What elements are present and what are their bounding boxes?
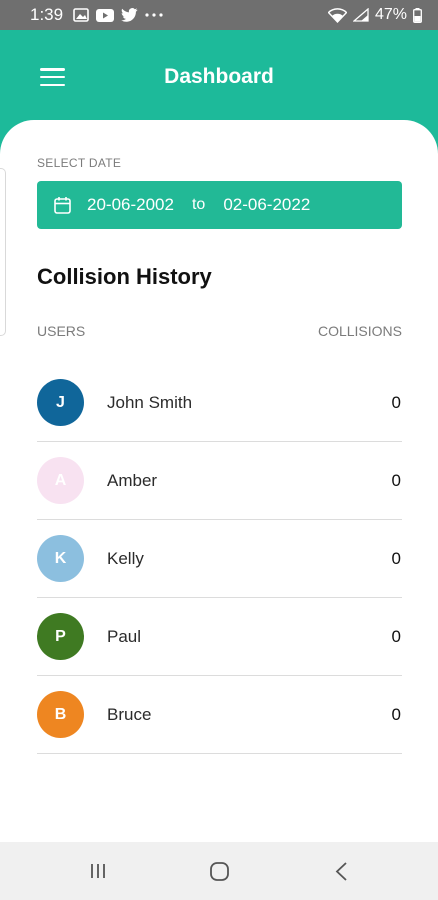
avatar: K	[37, 535, 84, 582]
list-item[interactable]: B Bruce 0	[37, 676, 402, 754]
date-separator: to	[191, 196, 206, 213]
collision-count: 0	[391, 392, 401, 412]
list-item[interactable]: J John Smith 0	[37, 364, 402, 442]
users-column-header: USERS	[37, 323, 86, 339]
avatar: A	[37, 457, 84, 504]
avatar: B	[37, 691, 84, 738]
user-name: Bruce	[107, 704, 152, 724]
status-time: 1:39	[30, 5, 64, 24]
start-date[interactable]: 20-06-2002	[87, 195, 174, 215]
status-bar: 1:39 47%	[0, 0, 438, 30]
list-item[interactable]: K Kelly 0	[37, 520, 402, 598]
avatar: J	[37, 379, 84, 426]
system-status: 47%	[327, 6, 422, 24]
recent-apps-icon[interactable]	[88, 861, 108, 881]
user-name: Amber	[107, 470, 158, 490]
collision-count: 0	[391, 470, 401, 490]
signal-icon	[352, 8, 369, 22]
wifi-icon	[327, 7, 347, 23]
list-item[interactable]: P Paul 0	[37, 598, 402, 676]
user-name: Kelly	[107, 548, 144, 568]
collision-list: J John Smith 0 A Amber 0 K Kelly 0 P Pau…	[37, 364, 402, 754]
avatar: P	[37, 613, 84, 660]
more-icon	[145, 13, 163, 17]
system-nav-bar	[0, 842, 438, 900]
select-date-label: SELECT DATE	[37, 156, 122, 170]
collision-count: 0	[391, 626, 401, 646]
collision-count: 0	[391, 704, 401, 724]
date-range-picker[interactable]: 20-06-2002 to 02-06-2022	[37, 181, 402, 229]
twitter-icon	[121, 8, 138, 22]
battery-percent: 47%	[374, 6, 407, 23]
user-name: John Smith	[107, 392, 193, 412]
back-icon[interactable]	[333, 861, 351, 882]
youtube-icon	[96, 8, 115, 22]
battery-icon	[413, 7, 422, 23]
collision-history-title: Collision History	[37, 264, 212, 289]
notification-icons	[73, 8, 163, 22]
list-item[interactable]: A Amber 0	[37, 442, 402, 520]
home-icon[interactable]	[209, 861, 230, 882]
collision-count: 0	[391, 548, 401, 568]
collisions-column-header: COLLISIONS	[317, 323, 402, 339]
end-date[interactable]: 02-06-2022	[223, 195, 310, 215]
user-name: Paul	[107, 626, 142, 646]
side-drawer-edge[interactable]	[0, 168, 6, 336]
calendar-icon	[54, 196, 71, 214]
page-title: Dashboard	[164, 65, 274, 88]
gallery-icon	[73, 8, 89, 22]
